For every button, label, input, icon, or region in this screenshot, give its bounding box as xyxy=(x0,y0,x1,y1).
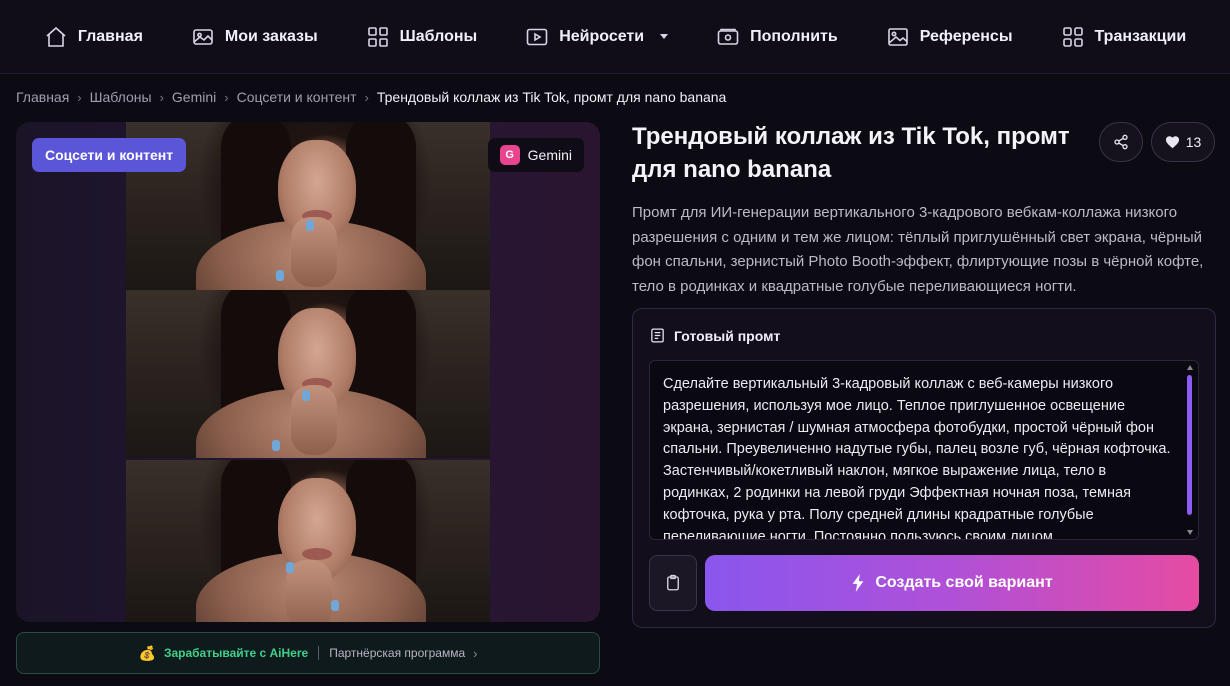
affiliate-partner-link[interactable]: Партнёрская программа xyxy=(329,646,465,660)
nav-item-home[interactable]: Главная xyxy=(20,0,167,74)
page-title: Трендовый коллаж из Tik Tok, промт для n… xyxy=(632,123,1070,183)
play-icon xyxy=(526,28,548,45)
create-variant-button[interactable]: Создать свой вариант xyxy=(705,555,1199,611)
nav-item-neural-networks[interactable]: Нейросети xyxy=(501,0,692,74)
breadcrumb: Главная › Шаблоны › Gemini › Соцсети и к… xyxy=(16,88,726,106)
nav-item-templates[interactable]: Шаблоны xyxy=(342,0,502,74)
create-variant-label: Создать свой вариант xyxy=(875,574,1053,591)
model-badge[interactable]: G Gemini xyxy=(487,138,584,172)
breadcrumb-current: Трендовый коллаж из Tik Tok, промт для n… xyxy=(376,89,727,105)
affiliate-earn-text: Зарабатывайте с AiHere xyxy=(163,646,309,660)
nav-item-label: Нейросети xyxy=(559,27,645,45)
copy-button[interactable] xyxy=(649,555,697,611)
nav-item-orders[interactable]: Мои заказы xyxy=(167,0,342,74)
affiliate-banner[interactable]: 💰 Зарабатывайте с AiHere Партнёрская про… xyxy=(16,632,600,674)
money-bag-icon: 💰 xyxy=(138,644,156,661)
home-icon xyxy=(46,26,66,47)
scroll-down-arrow-icon[interactable] xyxy=(1187,530,1193,535)
nav-item-references[interactable]: Референсы xyxy=(862,0,1037,74)
breadcrumb-link[interactable]: Шаблоны xyxy=(90,89,152,105)
share-icon xyxy=(1114,134,1128,150)
share-button[interactable] xyxy=(1099,122,1143,162)
template-description: Промт для ИИ-генерации вертикального 3-к… xyxy=(632,204,1204,295)
lightning-icon xyxy=(852,574,864,592)
prompt-heading: Готовый промт xyxy=(674,327,781,344)
nav-item-transactions[interactable]: Транзакции xyxy=(1037,0,1211,74)
document-icon xyxy=(651,328,664,343)
breadcrumb-separator: › xyxy=(159,89,164,105)
breadcrumb-link[interactable]: Главная xyxy=(16,89,69,105)
model-name: Gemini xyxy=(527,147,572,163)
nav-item-top-up[interactable]: Пополнить xyxy=(692,0,862,74)
chevron-down-icon xyxy=(660,34,669,39)
breadcrumb-link[interactable]: Соцсети и контент xyxy=(237,89,357,105)
collage-frame xyxy=(126,290,490,458)
scroll-up-arrow-icon[interactable] xyxy=(1187,365,1193,370)
top-nav: Главная Мои заказы Шаблоны Нейросети Поп… xyxy=(0,0,1230,74)
grid-icon xyxy=(367,26,388,47)
category-badge[interactable]: Соцсети и контент xyxy=(32,138,187,172)
template-preview-card[interactable]: Соцсети и контент G Gemini xyxy=(16,122,600,622)
picture-icon xyxy=(887,27,908,46)
prompt-text: Сделайте вертикальный 3-кадровый коллаж … xyxy=(663,376,1171,540)
prompt-card: Готовый промт Сделайте вертикальный 3-ка… xyxy=(632,308,1216,628)
wallet-icon xyxy=(717,28,739,45)
scrollbar-thumb[interactable] xyxy=(1187,375,1192,515)
breadcrumb-separator: › xyxy=(224,89,229,105)
nav-item-label: Пополнить xyxy=(750,27,838,45)
heart-icon xyxy=(1165,136,1179,149)
image-icon xyxy=(193,28,213,45)
chevron-right-icon: › xyxy=(473,645,478,661)
prompt-header: Готовый промт xyxy=(649,327,780,344)
preview-image xyxy=(126,122,490,622)
like-button[interactable]: 13 xyxy=(1151,122,1215,162)
divider xyxy=(318,646,320,660)
breadcrumb-link[interactable]: Gemini xyxy=(172,89,216,105)
nav-item-label: Референсы xyxy=(919,27,1013,45)
like-count: 13 xyxy=(1185,134,1202,150)
nav-item-label: Транзакции xyxy=(1094,27,1187,45)
nav-item-label: Шаблоны xyxy=(399,27,478,45)
squares-icon xyxy=(1062,26,1083,47)
gemini-logo-icon: G xyxy=(499,145,520,165)
breadcrumb-separator: › xyxy=(77,89,82,105)
breadcrumb-separator: › xyxy=(364,89,369,105)
nav-item-label: Мои заказы xyxy=(224,27,318,45)
prompt-textarea[interactable]: Сделайте вертикальный 3-кадровый коллаж … xyxy=(649,360,1199,540)
collage-frame xyxy=(126,460,490,622)
nav-item-label: Главная xyxy=(77,27,143,45)
clipboard-icon xyxy=(667,574,679,591)
scrollbar[interactable] xyxy=(1186,365,1195,535)
